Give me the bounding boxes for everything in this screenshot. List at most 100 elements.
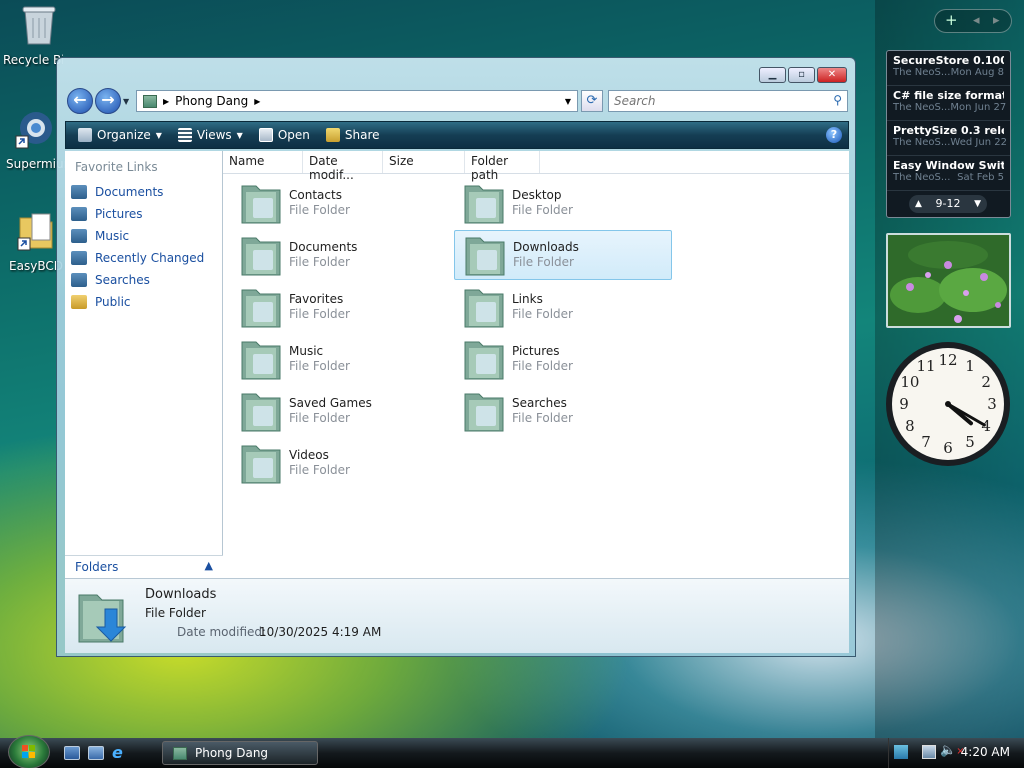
folder-item-name: Contacts <box>289 188 342 202</box>
details-modified-value: 10/30/2025 4:19 AM <box>259 625 382 639</box>
help-button[interactable]: ? <box>826 127 842 143</box>
favorite-links-header: Favorite Links <box>75 160 158 174</box>
views-button[interactable]: Views ▼ <box>170 124 251 146</box>
folder-item-favorites[interactable]: Favorites File Folder <box>231 282 449 332</box>
forward-button[interactable]: → <box>95 88 121 114</box>
gadget-prev-button[interactable]: ◂ <box>973 13 980 28</box>
folder-item-music[interactable]: Music File Folder <box>231 334 449 384</box>
organize-button[interactable]: Organize ▼ <box>70 124 170 146</box>
feed-item-source: The NeoS... <box>893 137 951 148</box>
folder-item-name: Saved Games <box>289 396 372 410</box>
search-box[interactable]: ⚲ <box>608 90 848 112</box>
feed-item-source: The NeoS... <box>893 172 951 183</box>
folder-icon <box>464 393 504 432</box>
folder-item-contacts[interactable]: Contacts File Folder <box>231 178 449 228</box>
feed-next-icon[interactable]: ▼ <box>974 195 981 213</box>
switch-windows-icon[interactable] <box>88 746 104 760</box>
column-header-folder-path[interactable]: Folder path <box>465 151 540 182</box>
address-dropdown-icon[interactable]: ▼ <box>565 97 571 106</box>
share-button[interactable]: Share <box>318 124 388 146</box>
address-bar[interactable]: ▶ Phong Dang ▶ ▼ <box>136 90 578 112</box>
folders-toggle[interactable]: Folders ▲ <box>65 555 223 578</box>
breadcrumb-arrow-icon[interactable]: ▶ <box>254 97 260 106</box>
column-header-date-modified[interactable]: Date modif... <box>303 151 383 182</box>
nav-link-public[interactable]: Public <box>65 291 222 313</box>
svg-text:10: 10 <box>900 373 919 391</box>
folder-item-type: File Folder <box>512 307 573 321</box>
public-folder-icon <box>71 295 87 309</box>
back-button[interactable]: ← <box>67 88 93 114</box>
show-desktop-icon[interactable] <box>64 746 80 760</box>
search-icon[interactable]: ⚲ <box>833 93 842 107</box>
folder-item-name: Downloads <box>513 240 579 254</box>
open-label: Open <box>277 128 310 142</box>
folder-icon <box>241 237 281 276</box>
clock-gadget[interactable]: 1 2 3 4 5 6 7 8 9 10 11 12 <box>884 340 1012 471</box>
nav-link-searches[interactable]: Searches <box>65 269 222 291</box>
breadcrumb-phong-dang[interactable]: Phong Dang <box>175 94 248 108</box>
folder-item-links[interactable]: Links File Folder <box>454 282 672 332</box>
gadget-next-button[interactable]: ▸ <box>993 13 1000 28</box>
nav-link-documents[interactable]: Documents <box>65 181 222 203</box>
svg-text:1: 1 <box>965 357 975 375</box>
svg-text:7: 7 <box>921 433 931 451</box>
internet-explorer-icon[interactable]: e <box>112 743 128 762</box>
feed-item[interactable]: Easy Window Switch... The NeoS... Sat Feb… <box>887 156 1010 191</box>
add-gadget-button[interactable]: + <box>945 11 958 29</box>
flower-photo <box>888 235 1009 326</box>
details-type: File Folder <box>145 606 206 620</box>
folder-item-documents[interactable]: Documents File Folder <box>231 230 449 280</box>
folder-item-name: Pictures <box>512 344 560 358</box>
feed-item-title: Easy Window Switch... <box>893 159 1004 172</box>
clock-time[interactable]: 4:20 AM <box>961 745 1010 759</box>
folder-icon <box>241 341 281 380</box>
folder-item-type: File Folder <box>513 255 574 269</box>
pictures-icon <box>71 207 87 221</box>
views-label: Views <box>196 128 232 142</box>
column-header-size[interactable]: Size <box>383 151 465 173</box>
breadcrumb-arrow-icon[interactable]: ▶ <box>163 97 169 106</box>
open-button[interactable]: Open <box>251 124 318 146</box>
folder-item-saved-games[interactable]: Saved Games File Folder <box>231 386 449 436</box>
folder-item-searches[interactable]: Searches File Folder <box>454 386 672 436</box>
recently-changed-icon <box>71 251 87 265</box>
taskbar-button-phong-dang[interactable]: Phong Dang <box>162 741 318 765</box>
nav-link-music[interactable]: Music <box>65 225 222 247</box>
feed-headlines-gadget: SecureStore 0.100: K... The NeoS...Mon A… <box>886 50 1011 218</box>
folder-icon <box>17 213 53 251</box>
feed-item[interactable]: C# file size formattin... The NeoS...Mon… <box>887 86 1010 121</box>
nav-link-recently-changed[interactable]: Recently Changed <box>65 247 222 269</box>
organize-icon <box>78 128 92 142</box>
nav-link-pictures[interactable]: Pictures <box>65 203 222 225</box>
folder-item-videos[interactable]: Videos File Folder <box>231 438 449 488</box>
feed-prev-icon[interactable]: ▲ <box>915 195 922 213</box>
nav-link-label: Public <box>95 295 131 309</box>
nav-link-label: Searches <box>95 273 150 287</box>
feed-item-date: Mon Jun 27 <box>950 102 1007 113</box>
slideshow-gadget[interactable] <box>886 233 1011 328</box>
folder-item-pictures[interactable]: Pictures File Folder <box>454 334 672 384</box>
close-button[interactable]: ✕ <box>817 67 847 83</box>
folder-icon <box>241 185 281 224</box>
recent-pages-dropdown-icon[interactable]: ▼ <box>123 97 129 106</box>
column-header-name[interactable]: Name <box>223 151 303 173</box>
feed-item[interactable]: PrettySize 0.3 releas... The NeoS...Wed … <box>887 121 1010 156</box>
refresh-button[interactable]: ⟳ <box>581 90 603 112</box>
maximize-button[interactable]: ▫ <box>788 67 815 83</box>
feed-item[interactable]: SecureStore 0.100: K... The NeoS...Mon A… <box>887 51 1010 86</box>
folder-item-name: Links <box>512 292 543 306</box>
folder-icon <box>464 289 504 328</box>
folder-item-name: Videos <box>289 448 329 462</box>
folder-item-downloads[interactable]: Downloads File Folder <box>454 230 672 280</box>
minimize-button[interactable]: ▁ <box>759 67 786 83</box>
network-icon[interactable] <box>922 745 936 759</box>
feed-item-title: PrettySize 0.3 releas... <box>893 124 1004 137</box>
tray-app-icon[interactable] <box>894 745 908 759</box>
folder-icon <box>465 237 505 276</box>
folder-item-desktop[interactable]: Desktop File Folder <box>454 178 672 228</box>
folder-icon <box>241 289 281 328</box>
search-input[interactable] <box>614 92 814 110</box>
folder-item-name: Documents <box>289 240 358 254</box>
folder-item-type: File Folder <box>289 463 350 477</box>
start-button[interactable] <box>8 735 50 768</box>
